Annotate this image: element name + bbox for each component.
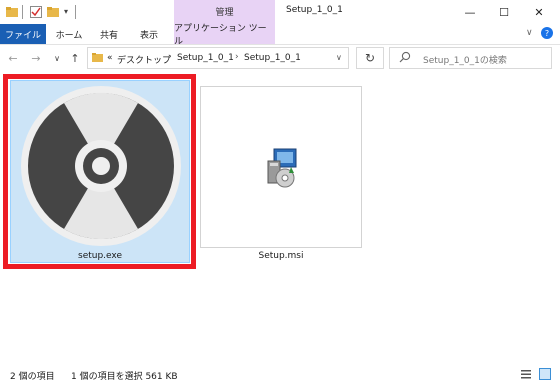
help-icon[interactable]: ? — [541, 27, 553, 39]
tab-view[interactable]: 表示 — [128, 24, 170, 44]
customize-toolbar-chevron-icon[interactable]: ▾ — [64, 7, 68, 16]
maximize-button[interactable]: ☐ — [486, 0, 522, 24]
details-view-icon[interactable] — [520, 368, 532, 380]
toolbar-separator — [22, 5, 23, 19]
highlight-box — [3, 74, 196, 269]
manage-tab[interactable]: 管理 — [174, 5, 275, 18]
status-selection: 1 個の項目を選択 561 KB — [71, 372, 178, 382]
address-dropdown-icon[interactable]: ∨ — [336, 53, 342, 62]
breadcrumb-overflow[interactable]: « — [107, 53, 113, 63]
file-name: Setup.msi — [258, 251, 304, 261]
toolbar-separator — [75, 5, 76, 19]
breadcrumb-folder[interactable]: Setup_1_0_1 — [177, 53, 234, 63]
breadcrumb-separator[interactable]: › — [235, 52, 239, 62]
large-icons-view-icon[interactable] — [539, 368, 551, 380]
up-button[interactable]: ↑ — [68, 50, 82, 66]
minimize-button[interactable]: — — [452, 0, 488, 24]
breadcrumb-desktop[interactable]: デスクトップ — [117, 53, 171, 66]
tab-application-tools[interactable]: アプリケーション ツール — [174, 24, 275, 47]
forward-button[interactable]: → — [29, 50, 43, 66]
back-button[interactable]: ← — [6, 50, 20, 66]
installer-icon — [267, 148, 297, 188]
properties-icon[interactable] — [30, 6, 42, 18]
close-button[interactable]: ✕ — [521, 0, 557, 24]
search-icon — [399, 51, 411, 63]
refresh-button[interactable]: ↻ — [356, 47, 384, 69]
tab-home[interactable]: ホーム — [48, 24, 90, 44]
folder-icon — [92, 53, 103, 62]
breadcrumb-separator[interactable]: › — [168, 52, 172, 62]
expand-ribbon-icon[interactable]: ∨ — [526, 28, 533, 38]
recent-locations-button[interactable]: ∨ — [50, 50, 64, 66]
window-title: Setup_1_0_1 — [286, 5, 343, 15]
breadcrumb-subfolder[interactable]: Setup_1_0_1 — [244, 53, 301, 63]
folder-icon — [6, 7, 18, 17]
new-folder-icon[interactable] — [47, 6, 59, 18]
tab-share[interactable]: 共有 — [92, 24, 126, 44]
search-placeholder: Setup_1_0_1の検索 — [423, 56, 507, 66]
file-name: setup.exe — [78, 251, 122, 261]
tab-file[interactable]: ファイル — [0, 24, 46, 44]
status-item-count: 2 個の項目 — [10, 372, 55, 382]
